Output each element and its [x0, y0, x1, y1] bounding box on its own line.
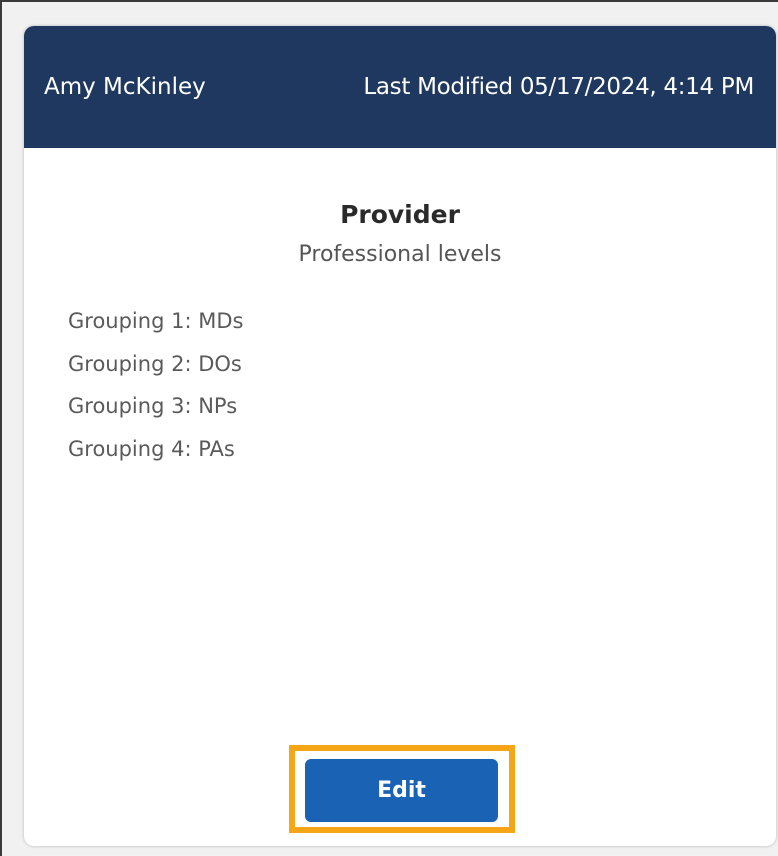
edit-button[interactable]: Edit — [305, 759, 498, 822]
grouping-item: Grouping 2: DOs — [68, 351, 242, 376]
card-title: Provider — [340, 200, 460, 229]
grouping-list: Grouping 1: MDs Grouping 2: DOs Grouping… — [68, 300, 243, 470]
grouping-item: Grouping 1: MDs — [68, 309, 244, 333]
card-header: Amy McKinley Last Modified 05/17/2024, 4… — [24, 26, 776, 148]
card-subtitle: Professional levels — [298, 242, 502, 267]
owner-name: Amy McKinley — [44, 74, 206, 100]
provider-card: Amy McKinley Last Modified 05/17/2024, 4… — [24, 26, 776, 846]
last-modified-timestamp: Last Modified 05/17/2024, 4:14 PM — [363, 74, 754, 100]
grouping-item: Grouping 3: NPs — [68, 394, 238, 418]
screenshot-frame: Amy McKinley Last Modified 05/17/2024, 4… — [0, 0, 778, 856]
grouping-item: Grouping 4: PAs — [68, 436, 235, 461]
